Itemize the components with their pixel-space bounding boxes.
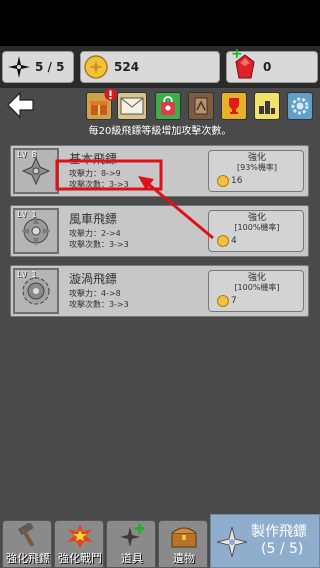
back-arrow-icon: [7, 91, 34, 119]
upgrade-chance: [100%機率]: [234, 283, 280, 292]
leaderboard-icon: [259, 101, 275, 114]
coin-amount: 524: [114, 60, 140, 74]
shuriken-icon: [216, 526, 248, 558]
upgrade-chance: [100%機率]: [234, 223, 280, 232]
explosion-icon: [67, 524, 93, 548]
hits-stat: 攻擊次數：3->3: [69, 300, 129, 309]
tab-label: 強化飛鏢: [6, 552, 50, 565]
leaderboard-button[interactable]: [254, 92, 280, 120]
attack-stat: 攻擊力：4->8: [69, 289, 121, 298]
gem-amount: 0: [263, 60, 272, 74]
settings-icon: [291, 97, 309, 115]
upgrade-button[interactable]: 強化 [100%機率] 4: [208, 210, 304, 252]
hammer-icon: [17, 523, 35, 547]
shop-button[interactable]: [155, 92, 181, 120]
tab-items[interactable]: 道具: [106, 520, 156, 568]
notification-badge-icon: [104, 88, 117, 101]
scroll-icon: [194, 97, 208, 115]
game-screen: 5 / 5 524 + 0 每20級飛鏢等級增加攻擊次數。 LV 8 基本飛鏢 …: [0, 0, 320, 568]
shuriken-row-basic: LV 8 基本飛鏢 攻擊力：8->9 攻擊次數：3->3 強化 [93%機率] …: [10, 145, 309, 197]
tab-label: 遺物: [173, 552, 195, 565]
shuriken-count: 5 / 5: [35, 60, 65, 74]
attack-stat: 攻擊力：2->4: [69, 229, 121, 238]
shuriken-add-icon: [120, 524, 144, 547]
top-margin: [0, 0, 320, 46]
shuriken-name: 基本飛鏢: [69, 152, 118, 166]
vortex-shuriken-icon: [22, 277, 50, 305]
upgrade-button[interactable]: 強化 [100%機率] 7: [208, 270, 304, 312]
pinwheel-shuriken-icon: [21, 216, 51, 246]
tab-label: 強化戰鬥: [58, 552, 102, 565]
scroll-button[interactable]: [188, 92, 214, 120]
upgrade-hint-text: 每20級飛鏢等級增加攻擊次數。: [88, 126, 232, 137]
shuriken-row-vortex: LV 1 漩渦飛鏢 攻擊力：4->8 攻擊次數：3->3 強化 [100%機率]…: [10, 265, 309, 317]
basic-shuriken-icon: [21, 156, 51, 186]
bottom-tab-bar: 強化飛鏢 強化戰鬥 道具 遺物 製作飛鏢 (5 / 5): [0, 514, 320, 568]
shuriken-name: 風車飛鏢: [69, 212, 118, 226]
upgrade-cost: 4: [217, 235, 237, 247]
coin-icon: [217, 235, 229, 247]
hits-stat: 攻擊次數：3->3: [69, 180, 129, 189]
tab-upgrade-shuriken[interactable]: 強化飛鏢: [2, 520, 52, 568]
mail-icon: [120, 97, 144, 115]
coin-icon: [84, 55, 108, 79]
cost-value: 7: [231, 296, 237, 306]
upgrade-chance: [93%機率]: [236, 163, 278, 172]
tab-label: 道具: [121, 552, 143, 565]
upgrade-button[interactable]: 強化 [93%機率] 16: [208, 150, 304, 192]
trophy-button[interactable]: [221, 92, 247, 120]
treasure-chest-icon: [171, 527, 197, 548]
coin-counter: 524: [80, 51, 220, 83]
coin-icon: [217, 175, 229, 187]
shuriken-name: 漩渦飛鏢: [69, 272, 118, 286]
tab-upgrade-battle[interactable]: 強化戰鬥: [54, 520, 104, 568]
upgrade-cost: 16: [217, 175, 242, 187]
shuriken-thumbnail: LV 1: [13, 208, 59, 254]
gem-counter: + 0: [226, 46, 318, 83]
add-gem-plus-icon[interactable]: +: [231, 46, 243, 62]
upgrade-cost: 7: [217, 295, 237, 307]
cost-value: 4: [231, 236, 237, 246]
trophy-icon: [229, 98, 239, 114]
coin-icon: [217, 295, 229, 307]
shop-bag-icon: [161, 96, 175, 115]
craft-count: (5 / 5): [261, 541, 304, 557]
shuriken-thumbnail: LV 1: [13, 268, 59, 314]
tab-relics[interactable]: 遺物: [158, 520, 208, 568]
craft-label: 製作飛鏢: [251, 524, 307, 540]
hits-stat: 攻擊次數：3->3: [69, 240, 129, 249]
attack-stat: 攻擊力：8->9: [69, 169, 121, 178]
back-button[interactable]: [6, 90, 36, 120]
nav-row: [0, 88, 320, 124]
settings-button[interactable]: [287, 92, 313, 120]
shuriken-counter: 5 / 5: [2, 51, 74, 83]
mail-button[interactable]: [117, 92, 147, 120]
shuriken-icon: [8, 56, 30, 78]
cost-value: 16: [231, 176, 243, 186]
shuriken-row-pinwheel: LV 1 風車飛鏢 攻擊力：2->4 攻擊次數：3->3 強化 [100%機率]…: [10, 205, 309, 257]
status-bar: 5 / 5 524 + 0: [0, 46, 320, 88]
craft-shuriken-button[interactable]: 製作飛鏢 (5 / 5): [210, 514, 320, 568]
shuriken-thumbnail: LV 8: [13, 148, 59, 194]
